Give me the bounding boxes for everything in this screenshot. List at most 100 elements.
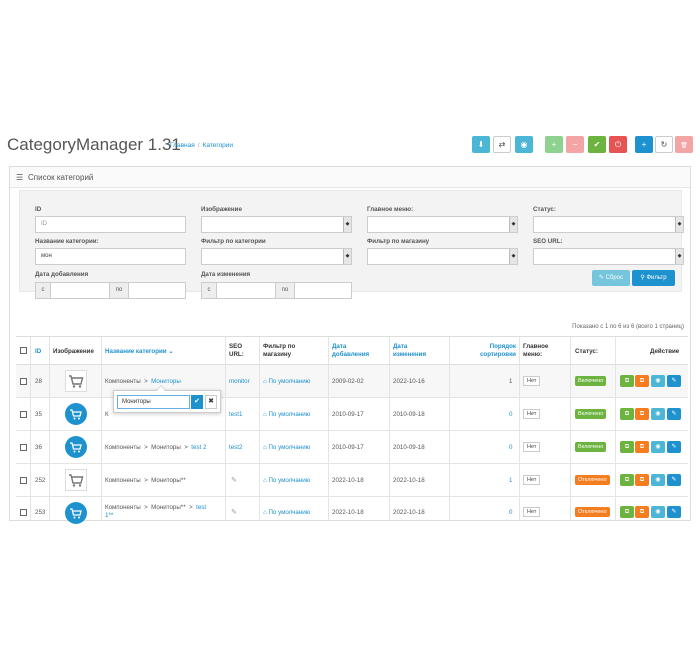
filter-id-input[interactable]: ID — [35, 216, 186, 233]
confirm-button[interactable]: ✔ — [191, 395, 203, 409]
duplicate-button[interactable]: ⧉ — [635, 474, 649, 486]
edit-button[interactable]: ✎ — [667, 474, 681, 486]
row-store[interactable]: ⌂ По умолчанию — [263, 509, 310, 516]
table-row: 252 Компоненты > Мониторы** ✎ ⌂ По умолч… — [16, 464, 688, 497]
duplicate-button[interactable]: ⧉ — [635, 506, 649, 518]
minus-icon: − — [572, 140, 578, 149]
enable-button[interactable]: ✔ — [588, 136, 606, 153]
row-main-menu[interactable]: Нет — [523, 507, 541, 517]
breadcrumb-home[interactable]: Главная — [170, 142, 195, 149]
copy-button[interactable]: ⧉ — [620, 408, 634, 420]
date-added-from-input[interactable] — [50, 282, 110, 299]
duplicate-button[interactable]: ⧉ — [635, 408, 649, 420]
status-badge[interactable]: Отключено — [575, 475, 610, 485]
add-button[interactable]: + — [635, 136, 653, 153]
row-seo-url[interactable]: test2 — [229, 444, 242, 451]
status-badge[interactable]: Включено — [575, 442, 607, 452]
row-main-menu[interactable]: Нет — [523, 442, 541, 452]
row-checkbox[interactable] — [20, 509, 27, 516]
edit-button[interactable]: ✎ — [667, 441, 681, 453]
eraser-icon: ✎ — [598, 275, 606, 281]
row-store-label: По умолчанию — [268, 444, 311, 451]
row-main-menu[interactable]: Нет — [523, 409, 541, 419]
delete-button[interactable]: 🗑 — [675, 136, 693, 153]
row-checkbox[interactable] — [20, 444, 27, 451]
filter-status-select[interactable]: ◆ — [533, 216, 684, 233]
row-sort-order[interactable]: 0 — [509, 411, 512, 418]
header-sort-order[interactable]: Порядок сортировки — [471, 343, 516, 359]
cancel-button[interactable]: ✖ — [205, 395, 217, 409]
status-badge[interactable]: Включено — [575, 376, 607, 386]
filter-main-menu-select[interactable]: ◆ — [367, 216, 518, 233]
row-main-menu[interactable]: Нет — [523, 475, 541, 485]
row-store[interactable]: ⌂ По умолчанию — [263, 378, 310, 385]
row-store[interactable]: ⌂ По умолчанию — [263, 444, 310, 451]
header-date-modified[interactable]: Дата изменения — [393, 343, 438, 359]
header-id[interactable]: ID — [35, 348, 41, 356]
copy-button[interactable]: ⧉ — [620, 441, 634, 453]
row-sort-order[interactable]: 1 — [509, 477, 512, 484]
column-divider — [615, 337, 616, 521]
edit-button[interactable]: ✎ — [667, 375, 681, 387]
pencil-icon[interactable]: ✎ — [231, 476, 237, 484]
row-seo-url[interactable]: monitor — [229, 378, 250, 385]
table-row: 253 Компоненты > Мониторы** > test 1** ✎… — [16, 497, 688, 524]
filter-name-label: Название категории: — [35, 238, 99, 245]
pencil-icon[interactable]: ✎ — [231, 508, 237, 516]
copy-button[interactable]: ⧉ — [620, 506, 634, 518]
reset-filter-button[interactable]: ✎ Сброс — [592, 270, 630, 286]
filter-store-select[interactable]: ◆ — [367, 248, 518, 265]
view-button[interactable]: ◉ — [651, 474, 665, 486]
row-main-menu[interactable]: Нет — [523, 376, 541, 386]
view-button[interactable]: ◉ — [651, 506, 665, 518]
date-modified-from-input[interactable] — [216, 282, 276, 299]
category-name-link[interactable]: test — [196, 504, 206, 511]
refresh-button[interactable]: ↻ — [655, 136, 673, 153]
view-button[interactable]: ◉ — [651, 441, 665, 453]
export-button[interactable]: ⬇ — [472, 136, 490, 153]
row-sort-order[interactable]: 1 — [509, 378, 512, 385]
expand-all-button[interactable]: + — [545, 136, 563, 153]
edit-button[interactable]: ✎ — [667, 506, 681, 518]
shopping-cart-icon — [65, 469, 87, 491]
edit-button[interactable]: ✎ — [667, 408, 681, 420]
filter-seo-select[interactable]: ◆ — [533, 248, 684, 265]
duplicate-button[interactable]: ⧉ — [635, 375, 649, 387]
copy-button[interactable]: ⧉ — [620, 474, 634, 486]
filter-category-select[interactable]: ◆ — [201, 248, 352, 265]
preview-button[interactable]: ◉ — [515, 136, 533, 153]
header-status: Статус: — [575, 348, 598, 355]
view-button[interactable]: ◉ — [651, 408, 665, 420]
status-badge[interactable]: Отключено — [575, 507, 610, 517]
header-date-added[interactable]: Дата добавления — [332, 343, 377, 359]
view-button[interactable]: ◉ — [651, 375, 665, 387]
category-name-link[interactable]: Мониторы — [151, 378, 181, 385]
status-badge[interactable]: Включено — [575, 409, 607, 419]
disable-button[interactable]: ⏻ — [609, 136, 627, 153]
move-button[interactable]: ⇄ — [493, 136, 511, 153]
inline-edit-input[interactable]: Мониторы — [117, 395, 190, 409]
select-all-checkbox[interactable] — [20, 347, 27, 354]
row-sort-order[interactable]: 0 — [509, 444, 512, 451]
copy-button[interactable]: ⧉ — [620, 375, 634, 387]
date-added-to-input[interactable] — [128, 282, 186, 299]
row-checkbox[interactable] — [20, 378, 27, 385]
filter-name-input[interactable]: мон — [35, 248, 186, 265]
collapse-all-button[interactable]: − — [566, 136, 584, 153]
row-checkbox[interactable] — [20, 411, 27, 418]
row-store[interactable]: ⌂ По умолчанию — [263, 477, 310, 484]
breadcrumb-categories[interactable]: Категории — [203, 142, 234, 149]
filter-image-select[interactable]: ◆ — [201, 216, 352, 233]
row-seo-url[interactable]: test1 — [229, 411, 242, 418]
category-name-link-cont[interactable]: 1** — [105, 512, 113, 519]
apply-filter-button[interactable]: ⚲ Фильтр — [632, 270, 675, 286]
category-name-link[interactable]: test 2 — [191, 444, 206, 451]
row-checkbox[interactable] — [20, 477, 27, 484]
row-sort-order[interactable]: 0 — [509, 509, 512, 516]
header-name[interactable]: Название категории ⌄ — [105, 348, 174, 356]
duplicate-button[interactable]: ⧉ — [635, 441, 649, 453]
date-modified-to-input[interactable] — [294, 282, 352, 299]
download-icon: ⬇ — [477, 140, 485, 149]
row-date-modified: 2022-10-16 — [393, 378, 425, 385]
row-store[interactable]: ⌂ По умолчанию — [263, 411, 310, 418]
